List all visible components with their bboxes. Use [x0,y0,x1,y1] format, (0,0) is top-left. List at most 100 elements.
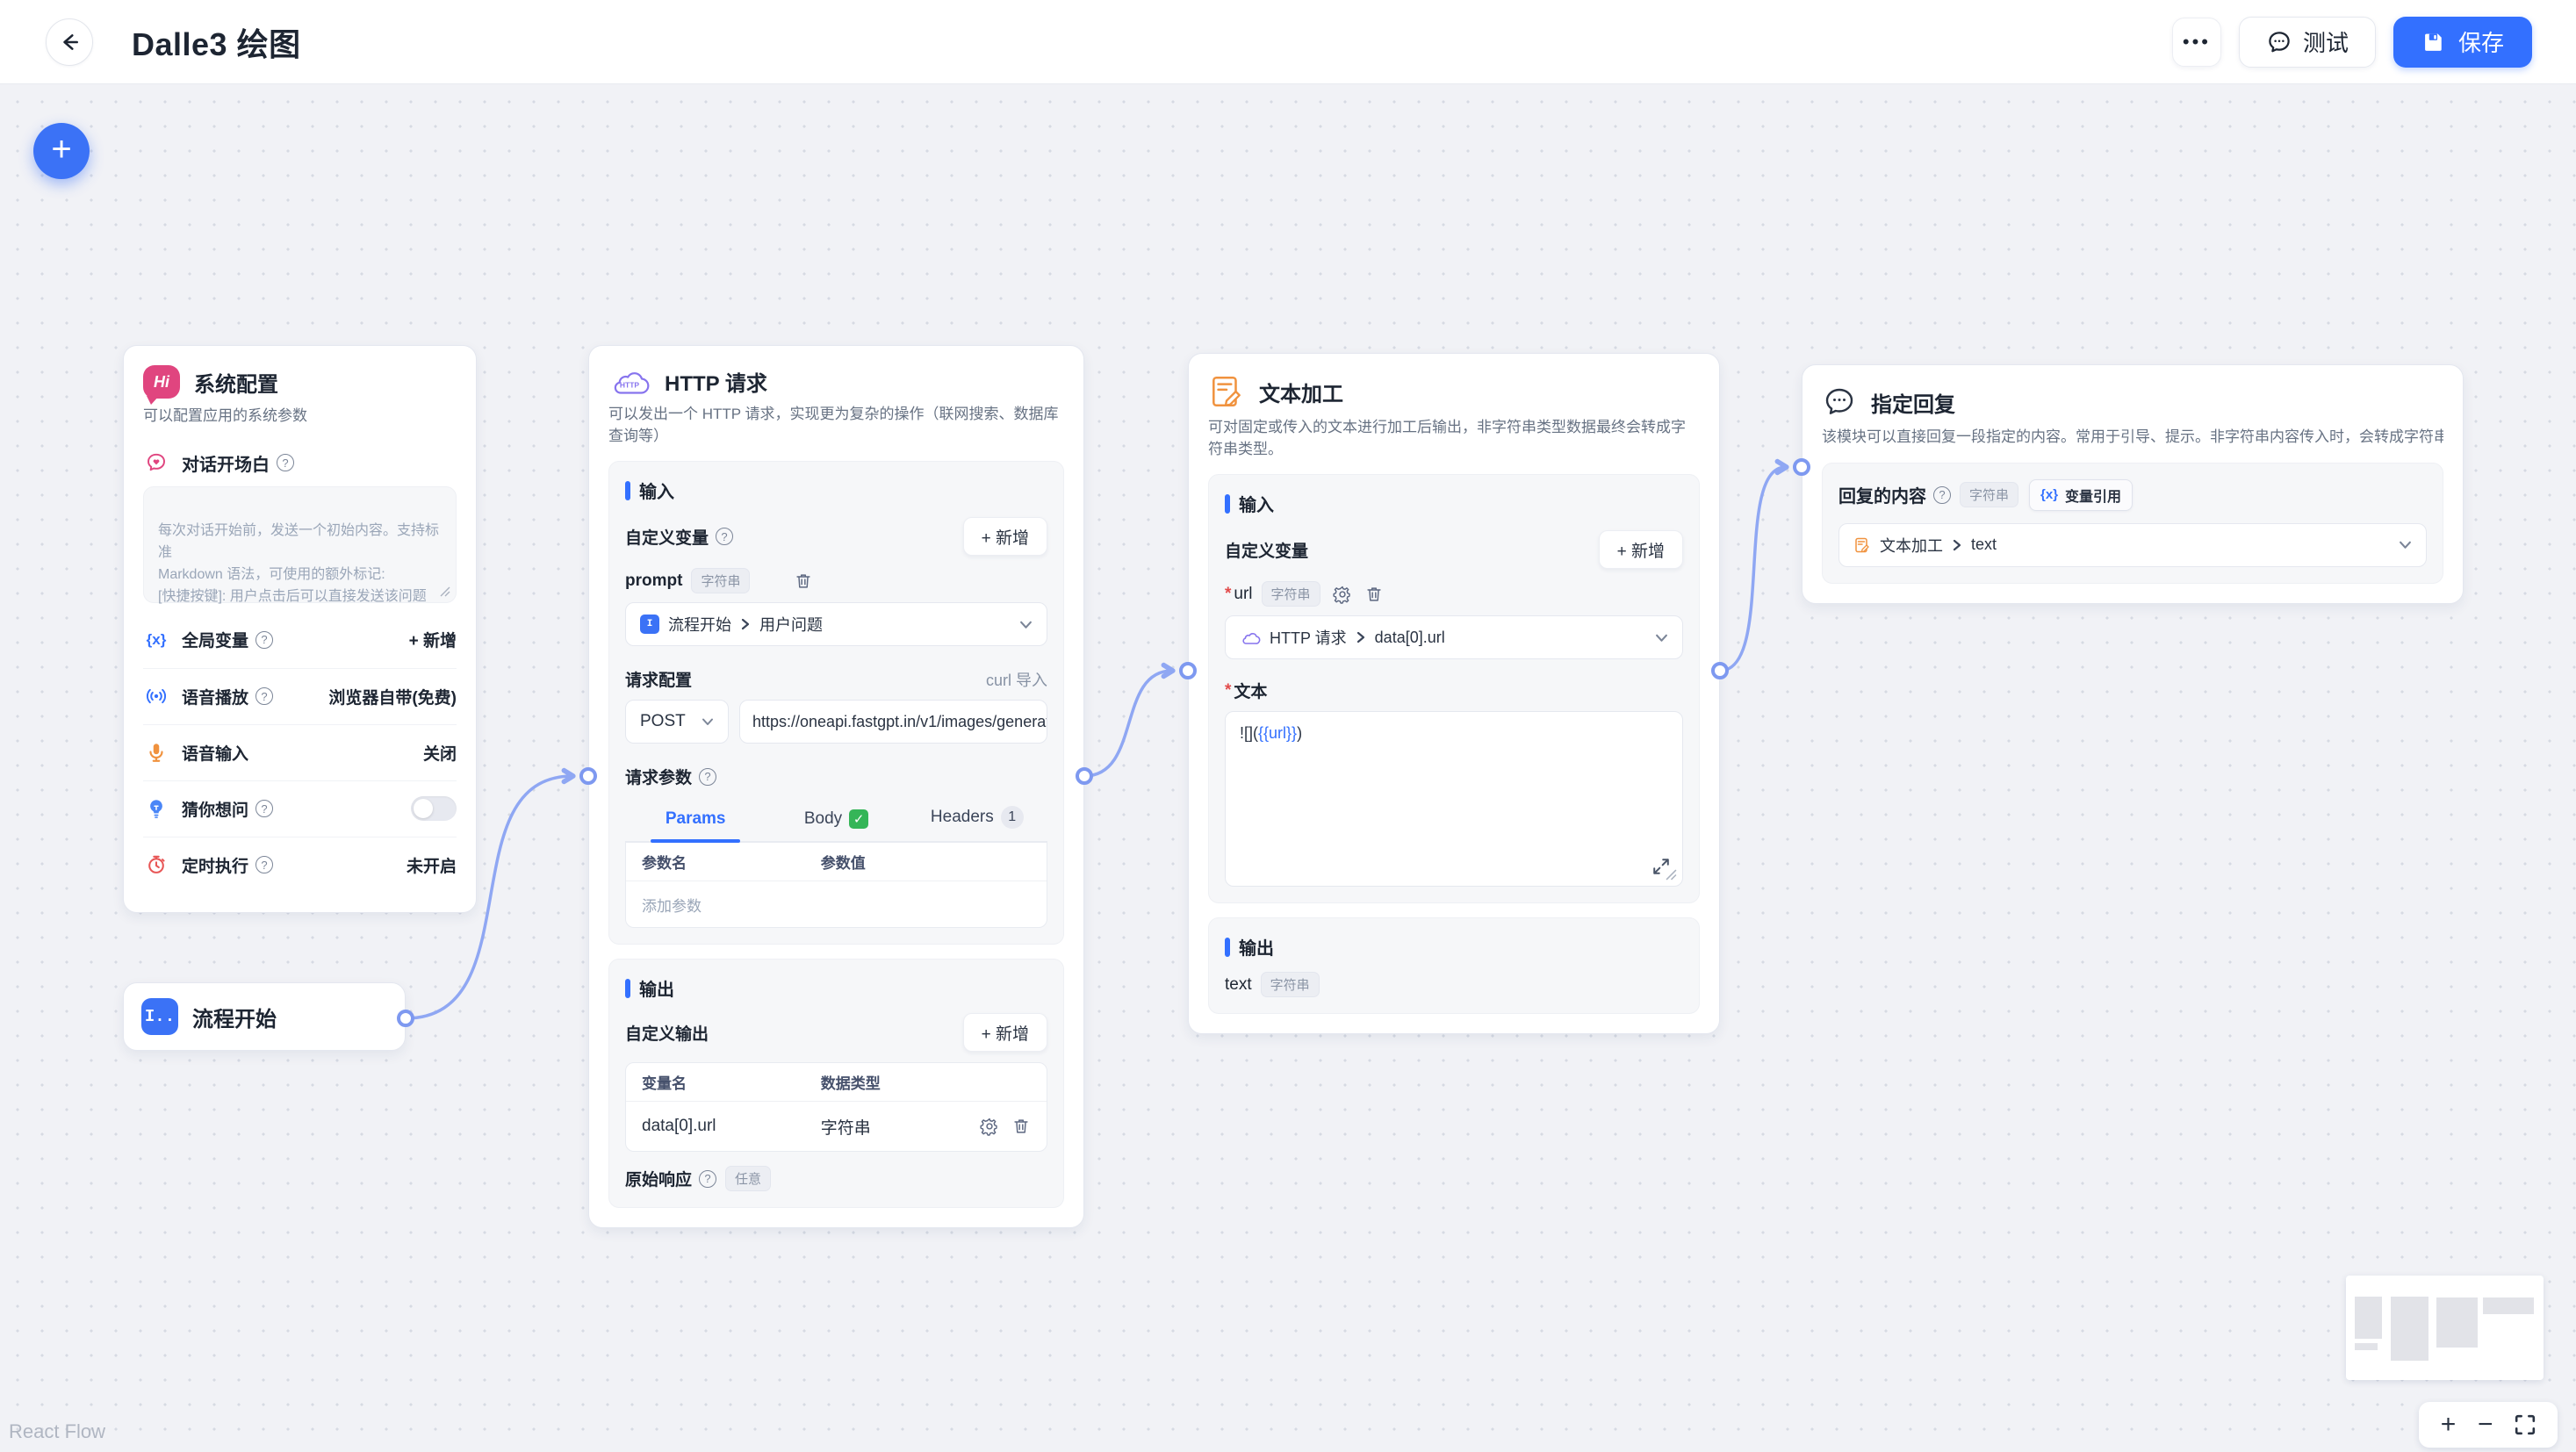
url-reference-select[interactable]: HTTP 请求 data[0].url [1225,615,1683,660]
row-value[interactable]: 浏览器自带(免费) [328,685,457,708]
request-params-label: 请求参数 [625,769,693,788]
handle-text-process-target[interactable] [1179,662,1197,679]
zoom-out-button[interactable]: − [2478,1412,2493,1438]
gear-icon[interactable] [980,1117,999,1137]
canvas-controls: + − [2419,1402,2558,1448]
prompt-reference-select[interactable]: I 流程开始 用户问题 [625,602,1047,647]
gear-icon[interactable] [1333,585,1352,604]
row-value[interactable]: 关闭 [423,741,457,765]
required-mark: * [1225,680,1232,700]
fit-view-icon [2515,1414,2536,1435]
row-value[interactable]: 未开启 [407,853,457,877]
text-suffix: ) [1297,724,1303,743]
text-input-panel: 输入 自定义变量 + 新增 * url 字符串 HTTP 请求 data[0].… [1208,474,1700,904]
test-button-label: 测试 [2302,30,2349,56]
trash-icon[interactable] [794,571,813,591]
reply-reference-select[interactable]: 文本加工 text [1838,522,2427,567]
tab-headers[interactable]: Headers 1 [907,795,1047,841]
variable-name: prompt [625,571,683,590]
minimap-node [2391,1297,2428,1361]
node-title: 指定回复 [1871,392,1955,417]
text-variable-token: {{url}} [1258,724,1298,743]
react-flow-attribution: React Flow [9,1420,106,1442]
type-badge: 任意 [725,1166,772,1192]
back-button[interactable] [46,18,93,66]
node-http-request[interactable]: HTTP HTTP 请求 可以发出一个 HTTP 请求，实现更为复杂的操作（联网… [588,345,1084,1229]
flow-canvas[interactable]: + Hi 系统配置 可以配置应用的系统参数 对话开场白 ? 每次对话开始前，发送… [0,84,2576,1452]
welcome-textarea[interactable]: 每次对话开始前，发送一个初始内容。支持标准 Markdown 语法，可使用的额外… [143,485,457,604]
app-header: Dalle3 绘图 ••• 测试 保存 [0,0,2576,84]
more-menu-button[interactable]: ••• [2171,17,2221,67]
row-value[interactable]: + 新增 [409,628,457,651]
handle-text-process-source[interactable] [1711,662,1729,679]
text-label: 文本 [1234,683,1268,702]
minimap[interactable] [2346,1276,2544,1380]
text-template-textarea[interactable]: ![]({{url}}) [1225,711,1683,888]
save-button[interactable]: 保存 [2393,16,2532,68]
handle-http-target[interactable] [579,767,597,785]
column-header: 参数值 [820,855,866,873]
system-row-scheduled-run[interactable]: 定时执行 ? 未开启 [143,836,457,893]
headers-count-badge: 1 [1000,806,1024,830]
tab-params[interactable]: Params [625,799,766,844]
help-icon[interactable]: ? [277,454,294,472]
svg-text:HTTP: HTTP [620,381,640,390]
help-icon[interactable]: ? [255,630,274,649]
add-variable-button[interactable]: + 新增 [1598,530,1683,570]
tab-body[interactable]: Body ✓ [766,799,906,841]
node-system-config[interactable]: Hi 系统配置 可以配置应用的系统参数 对话开场白 ? 每次对话开始前，发送一个… [123,345,477,913]
resize-handle[interactable] [440,586,450,597]
handle-http-source[interactable] [1076,767,1093,785]
zoom-in-button[interactable]: + [2441,1412,2457,1438]
help-icon[interactable]: ? [255,800,274,818]
reply-content-label: 回复的内容 [1838,487,1926,507]
node-title: HTTP 请求 [665,371,767,396]
save-icon [2425,33,2442,51]
bulb-icon [150,800,162,818]
gear-icon[interactable] [762,571,781,591]
welcome-placeholder: 每次对话开始前，发送一个初始内容。支持标准 Markdown 语法，可使用的额外… [158,523,440,604]
node-flow-start[interactable]: I.. 流程开始 [123,982,406,1051]
help-icon[interactable]: ? [699,767,717,786]
system-row-voice-play[interactable]: 语音播放 ? 浏览器自带(免费) [143,667,457,724]
column-header: 参数名 [642,855,687,873]
ref-field: data[0].url [1374,628,1445,646]
url-input[interactable]: https://oneapi.fastgpt.in/v1/images/gene… [739,700,1047,744]
resize-handle[interactable] [1666,869,1677,881]
help-icon[interactable]: ? [255,856,274,874]
row-label: 语音播放 [182,688,249,708]
method-select[interactable]: POST [625,700,729,744]
guess-question-toggle[interactable] [411,796,457,822]
add-output-button[interactable]: + 新增 [962,1013,1047,1053]
trash-icon[interactable] [1011,1117,1031,1136]
curl-import-button[interactable]: curl 导入 [986,668,1047,691]
custom-variable-label: 自定义变量 [1225,542,1309,561]
add-node-button[interactable]: + [33,123,90,179]
add-variable-button[interactable]: + 新增 [962,517,1047,557]
help-icon[interactable]: ? [1933,485,1951,504]
help-icon[interactable]: ? [716,528,734,546]
system-row-global-vars[interactable]: {x} 全局变量 ? + 新增 [143,612,457,668]
minimap-node [2355,1297,2382,1339]
system-row-voice-input[interactable]: 语音输入 关闭 [143,723,457,780]
http-cloud-icon: HTTP [614,372,650,394]
node-title: 系统配置 [194,372,278,397]
help-icon[interactable]: ? [255,687,274,706]
timer-icon [148,855,165,874]
handle-reply-target[interactable] [1793,458,1810,476]
braces-icon: {x} [2040,487,2059,503]
help-icon[interactable]: ? [699,1169,717,1188]
output-table: 变量名 数据类型 data[0].url 字符串 [625,1062,1047,1153]
output-var-name: data[0].url [642,1117,716,1136]
add-param-row[interactable]: 添加参数 [626,881,1047,927]
system-row-guess-question[interactable]: 猜你想问 ? [143,780,457,837]
test-button[interactable]: 测试 [2238,16,2376,68]
variable-reference-badge[interactable]: {x} 变量引用 [2029,478,2133,511]
trash-icon[interactable] [1364,585,1384,604]
output-var-type: 字符串 [820,1118,871,1138]
fit-view-button[interactable] [2515,1414,2536,1435]
handle-flow-start-source[interactable] [397,1010,414,1027]
node-reply[interactable]: 指定回复 该模块可以直接回复一段指定的内容。常用于引导、提示。非字符串内容传入时… [1802,364,2464,604]
node-text-process[interactable]: 文本加工 可对固定或传入的文本进行加工后输出，非字符串类型数据最终会转成字符串类… [1188,353,1720,1035]
check-icon: ✓ [849,809,869,830]
